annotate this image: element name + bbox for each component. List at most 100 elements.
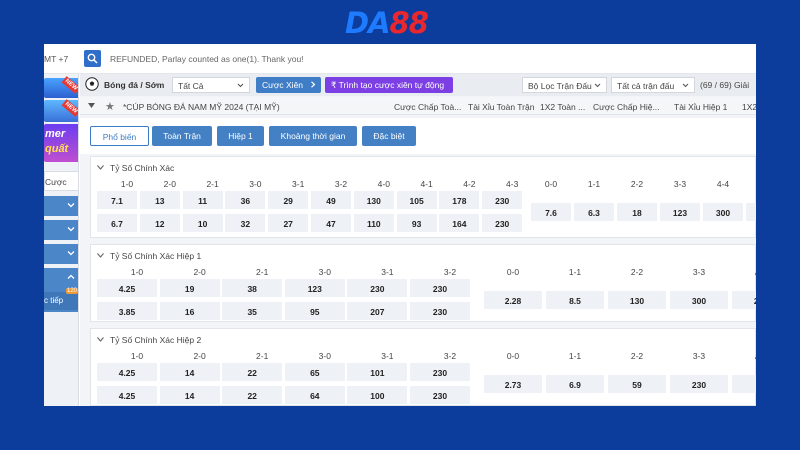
odds-cell[interactable]: 22: [222, 386, 283, 404]
odds-cell[interactable]: 36: [225, 191, 266, 209]
odds-cell[interactable]: 7.1: [97, 191, 137, 209]
promo-banner-2[interactable]: NEW: [44, 99, 78, 122]
odds-cell[interactable]: 7.6: [531, 203, 571, 221]
odds-cell[interactable]: 230: [410, 302, 470, 320]
odds-cell[interactable]: 123: [660, 203, 700, 221]
score-label: 2-2: [630, 267, 644, 277]
odds-cell[interactable]: 300: [670, 291, 728, 309]
odds-cell[interactable]: 8.5: [546, 291, 604, 309]
odds-cell[interactable]: 32: [225, 214, 266, 232]
odds-cell[interactable]: 207: [347, 302, 408, 320]
odds-cell[interactable]: 101: [347, 363, 408, 381]
search-button[interactable]: [84, 50, 101, 67]
odds-cell[interactable]: 13: [139, 191, 180, 209]
odds-cell[interactable]: 2.28: [484, 291, 542, 309]
market-column-header: Cược Chấp Toà...: [394, 102, 462, 112]
odds-cell[interactable]: 230: [410, 279, 470, 297]
favorite-star-icon[interactable]: ★: [105, 100, 115, 113]
odds-cell[interactable]: 230: [732, 291, 756, 309]
odds-cell[interactable]: 2.73: [484, 375, 542, 393]
sidebar-sub-item[interactable]: c tiếp: [44, 292, 78, 310]
odds-cell[interactable]: 100: [347, 386, 408, 404]
odds-cell[interactable]: 22: [222, 363, 283, 381]
odds-cell[interactable]: 19: [159, 279, 220, 297]
sidebar-collapsible-3[interactable]: [44, 244, 78, 264]
score-label: 0-0: [544, 179, 558, 189]
sidebar-collapsible-1[interactable]: [44, 196, 78, 216]
sidebar-collapsible-4[interactable]: c tiếp 120: [44, 268, 78, 312]
odds-cell[interactable]: 10: [182, 214, 223, 232]
sport-filter-bar: Bóng đá / Sớm Tất Cả Cược Xiên ₹ Trình t…: [80, 74, 756, 96]
odds-cell[interactable]: 230: [347, 279, 408, 297]
section-title[interactable]: Tỷ Số Chính Xác Hiệp 2: [97, 335, 201, 345]
auto-parlay-builder-button[interactable]: ₹ Trình tạo cược xiên tự động: [325, 77, 453, 93]
odds-cell[interactable]: 14: [159, 363, 220, 381]
chevron-down-icon: [97, 337, 104, 342]
score-label: 4-2: [463, 179, 476, 189]
tab-time-period[interactable]: Khoảng thời gian: [269, 126, 357, 146]
odds-cell[interactable]: 64: [284, 386, 345, 404]
tab-popular[interactable]: Phổ biến: [90, 126, 149, 146]
score-label: 1-0: [130, 351, 144, 361]
odds-cell[interactable]: 94: [732, 375, 756, 393]
odds-cell[interactable]: 230: [410, 363, 470, 381]
odds-cell[interactable]: 164: [439, 214, 480, 232]
odds-cell[interactable]: 18: [617, 203, 657, 221]
sidebar-collapsible-2[interactable]: [44, 220, 78, 240]
odds-cell[interactable]: 300: [703, 203, 743, 221]
odds-cell[interactable]: 6.3: [574, 203, 614, 221]
odds-cell[interactable]: 130: [608, 291, 666, 309]
score-label: 4-1: [420, 179, 433, 189]
odds-cell[interactable]: 230: [410, 386, 470, 404]
odds-cell[interactable]: 12: [139, 214, 180, 232]
odds-cell[interactable]: 105: [396, 191, 437, 209]
odds-cell[interactable]: 29: [268, 191, 309, 209]
tab-special[interactable]: Đặc biệt: [362, 126, 416, 146]
odds-cell[interactable]: 14: [159, 386, 220, 404]
odds-cell[interactable]: 4.25: [97, 279, 157, 297]
new-badge: NEW: [61, 99, 78, 117]
odds-cell[interactable]: 110: [353, 214, 394, 232]
odds-cell[interactable]: 11: [182, 191, 223, 209]
da88-logo: DA88: [345, 6, 455, 40]
odds-cell[interactable]: 27: [268, 214, 309, 232]
section-title[interactable]: Tỷ Số Chính Xác Hiệp 1: [97, 251, 201, 261]
tab-full-match[interactable]: Toàn Trận: [152, 126, 212, 146]
section-title-text: Tỷ Số Chính Xác Hiệp 1: [110, 251, 202, 261]
parlay-button[interactable]: Cược Xiên: [256, 77, 321, 93]
odds-cell[interactable]: 6.9: [546, 375, 604, 393]
odds-cell[interactable]: 178: [439, 191, 480, 209]
odds-cell[interactable]: 6.7: [97, 214, 137, 232]
odds-cell[interactable]: 95: [284, 302, 345, 320]
odds-cell[interactable]: 93: [396, 214, 437, 232]
odds-cell[interactable]: 4.25: [97, 386, 157, 404]
score-label: 2-1: [256, 351, 269, 361]
score-label: 3-2: [443, 267, 457, 277]
odds-cell[interactable]: 123: [284, 279, 345, 297]
odds-cell[interactable]: 47: [311, 214, 351, 232]
odds-cell[interactable]: [746, 203, 756, 221]
chevron-down-icon: [97, 165, 104, 170]
odds-cell[interactable]: 3.85: [97, 302, 157, 320]
odds-cell[interactable]: 65: [284, 363, 345, 381]
tab-first-half[interactable]: Hiệp 1: [217, 126, 264, 146]
odds-cell[interactable]: 38: [222, 279, 283, 297]
odds-cell[interactable]: 35: [222, 302, 283, 320]
odds-cell[interactable]: 49: [311, 191, 351, 209]
odds-cell[interactable]: 230: [482, 214, 523, 232]
bet-menu-label[interactable]: Cược: [44, 171, 78, 191]
score-label: 3-0: [249, 179, 262, 189]
league-header[interactable]: ★ *CÚP BÓNG ĐÁ NAM MỸ 2024 (TẠI MỸ) Cược…: [80, 97, 756, 115]
odds-cell[interactable]: 230: [482, 191, 523, 209]
odds-cell[interactable]: 4.25: [97, 363, 157, 381]
promo-banner-3[interactable]: mer quất: [44, 124, 78, 162]
promo-banner-1[interactable]: NEW: [44, 76, 78, 98]
market-filter-select[interactable]: Tất Cả: [172, 77, 250, 93]
odds-cell[interactable]: 59: [608, 375, 666, 393]
odds-cell[interactable]: 16: [159, 302, 220, 320]
odds-cell[interactable]: 230: [670, 375, 728, 393]
odds-cell[interactable]: 130: [353, 191, 394, 209]
section-title[interactable]: Tỷ Số Chính Xác: [97, 163, 174, 173]
league-filter-select[interactable]: Bộ Lọc Trận Đấu: [522, 77, 607, 93]
match-filter-select[interactable]: Tất cả trận đấu: [611, 77, 695, 93]
